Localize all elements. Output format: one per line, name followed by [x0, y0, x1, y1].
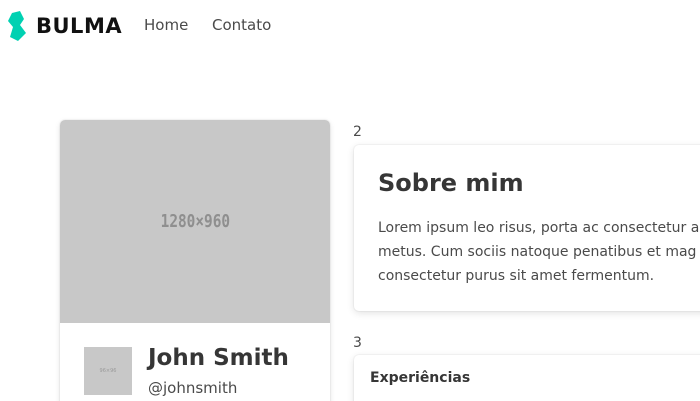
bulma-logo-icon [8, 11, 26, 41]
brand-text: BULMA [36, 14, 123, 38]
about-text-line: consectetur purus sit amet fermentum. [378, 268, 655, 284]
profile-cover-image: 1280×960 [60, 120, 330, 323]
experiences-title: Experiências [370, 370, 471, 386]
avatar: 96×96 [84, 347, 132, 395]
about-text-line: metus. Cum sociis natoque penatibus et m… [378, 244, 697, 260]
image-placeholder-label: 1280×960 [160, 211, 230, 232]
about-box: Sobre mim Lorem ipsum leo risus, porta a… [354, 145, 700, 311]
nav-link-home[interactable]: Home [144, 16, 188, 34]
about-title: Sobre mim [378, 169, 524, 197]
about-text: Lorem ipsum leo risus, porta ac consecte… [378, 216, 700, 288]
avatar-placeholder-label: 96×96 [99, 368, 117, 374]
profile-card: 1280×960 96×96 John Smith @johnsmith [60, 120, 330, 401]
section-number-experiences: 3 [353, 335, 362, 351]
section-number-about: 2 [353, 124, 362, 140]
top-navbar: BULMA Home Contato [0, 0, 700, 52]
nav-link-contato[interactable]: Contato [212, 16, 271, 34]
brand-logo-link[interactable]: BULMA [8, 10, 122, 42]
profile-name: John Smith [148, 345, 289, 371]
about-text-line: Lorem ipsum leo risus, porta ac consecte… [378, 220, 700, 236]
experiences-card: Experiências [354, 355, 700, 401]
profile-handle: @johnsmith [148, 379, 238, 397]
